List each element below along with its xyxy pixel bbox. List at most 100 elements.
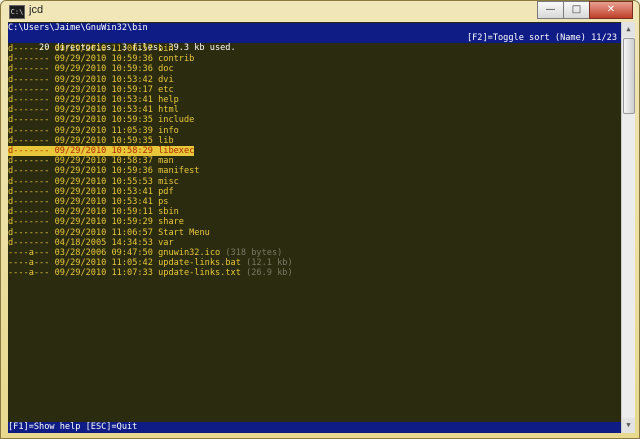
current-path: C:\Users\Jaime\GnuWin32\bin [8,23,621,34]
directory-entry[interactable]: d------- 09/29/2010 10:58:37 man [8,156,621,166]
entry-date: 09/29/2010 10:59:36 [54,166,153,177]
entry-date: 09/29/2010 11:07:33 [54,268,153,279]
help-bar: [F1]=Show help [ESC]=Quit [8,422,621,433]
entry-date: 09/29/2010 10:59:36 [54,54,153,65]
entry-attributes: d------- [8,115,50,126]
entry-name: ps [158,197,169,207]
entry-attributes: d------- [8,146,50,156]
entry-attributes: d------- [8,176,50,187]
entry-date: 09/29/2010 10:59:11 [54,207,153,218]
scroll-up-arrow-icon[interactable]: ▲ [622,22,635,37]
entry-size: (12.1 kb) [246,258,293,269]
entry-name: include [158,115,195,126]
entry-attributes: d------- [8,186,50,197]
directory-entry[interactable]: d------- 09/29/2010 10:53:41 ps [8,197,621,207]
entry-date: 09/29/2010 11:06:57 [54,227,153,238]
scroll-down-arrow-icon[interactable]: ▼ [622,418,635,433]
status-bar: 20 directories, 3 files; 39.3 kb used. [… [8,33,621,53]
entry-attributes: d------- [8,105,50,116]
entry-date: 09/29/2010 11:05:42 [54,258,153,269]
close-button[interactable]: ✕ [589,1,633,19]
entry-date: 09/29/2010 11:06:57 [54,44,153,54]
entry-date: 04/18/2005 14:34:53 [54,237,153,248]
entry-attributes: d------- [8,207,50,218]
entry-attributes: d------- [8,227,50,238]
entry-attributes: d------- [8,197,50,207]
directory-entry[interactable]: d------- 09/29/2010 10:58:29 libexec [8,146,621,156]
entry-name: pdf [158,186,174,197]
entry-name: dvi [158,74,174,85]
file-entry[interactable]: ----a--- 09/29/2010 11:05:42 update-link… [8,258,621,268]
entry-date: 09/29/2010 10:58:29 [54,146,153,156]
entry-name: contrib [158,54,195,65]
window-controls: — □ ✕ [537,1,633,19]
window-title: jcd [29,4,44,16]
console-window: C:\ jcd — □ ✕ C:\Users\Jaime\GnuWin32\bi… [0,0,640,439]
directory-entry[interactable]: d------- 09/29/2010 10:59:29 share [8,217,621,227]
entry-name: manifest [158,166,200,177]
entry-attributes: ----a--- [8,248,50,258]
entry-date: 09/29/2010 10:53:41 [54,105,153,116]
entry-date: 09/29/2010 10:53:41 [54,95,153,105]
entry-date: 09/29/2010 10:59:35 [54,135,153,146]
entry-date: 09/29/2010 10:59:36 [54,64,153,75]
directory-entry[interactable]: d------- 09/29/2010 10:53:41 help [8,95,621,105]
console-area[interactable]: C:\Users\Jaime\GnuWin32\bin 20 directori… [8,22,621,433]
entry-date: 09/29/2010 10:53:41 [54,197,153,207]
file-entry[interactable]: ----a--- 03/28/2006 09:47:50 gnuwin32.ic… [8,248,621,258]
entry-name: help [158,95,179,105]
maximize-button[interactable]: □ [563,1,590,19]
directory-entry[interactable]: d------- 09/29/2010 10:59:35 include [8,115,621,125]
console-app-icon[interactable]: C:\ [9,5,25,19]
entry-size: (26.9 kb) [246,268,293,279]
entry-attributes: d------- [8,54,50,65]
entry-name: share [158,217,184,228]
directory-entry[interactable]: d------- 09/29/2010 10:59:36 contrib [8,54,621,64]
minimize-button[interactable]: — [537,1,564,19]
entry-date: 09/29/2010 10:59:29 [54,217,153,228]
entry-attributes: d------- [8,125,50,136]
entry-name: html [158,105,179,116]
entry-attributes: d------- [8,44,50,54]
entry-name: man [158,156,174,167]
directory-entry[interactable]: d------- 09/29/2010 10:59:35 lib [8,136,621,146]
entry-date: 09/29/2010 10:55:53 [54,176,153,187]
directory-entry[interactable]: d------- 09/29/2010 10:59:36 doc [8,64,621,74]
entry-attributes: d------- [8,95,50,105]
entry-attributes: d------- [8,166,50,177]
entry-attributes: ----a--- [8,268,50,279]
entry-name: sbin [158,207,179,218]
entry-name: info [158,125,179,136]
scrollbar-thumb[interactable] [623,38,635,114]
entry-date: 09/29/2010 10:59:17 [54,84,153,95]
directory-entry[interactable]: d------- 04/18/2005 14:34:53 var [8,238,621,248]
sort-status: [F2]=Toggle sort (Name) 11/23 [466,33,617,43]
file-entry[interactable]: ----a--- 09/29/2010 11:07:33 update-link… [8,268,621,278]
directory-entry[interactable]: d------- 09/29/2010 10:55:53 misc [8,177,621,187]
vertical-scrollbar[interactable]: ▲ ▼ [621,22,635,433]
entry-name: lib [158,135,174,146]
directory-entry[interactable]: d------- 09/29/2010 10:53:41 pdf [8,187,621,197]
entry-date: 09/29/2010 10:58:37 [54,156,153,167]
directory-entry[interactable]: d------- 09/29/2010 11:06:57 bin [8,44,621,54]
entry-name: libexec [158,146,195,156]
entry-name: misc [158,176,179,187]
entry-attributes: d------- [8,74,50,85]
title-bar[interactable]: C:\ jcd — □ ✕ [1,1,639,21]
directory-entry[interactable]: d------- 09/29/2010 11:05:39 info [8,126,621,136]
directory-entry[interactable]: d------- 09/29/2010 10:53:41 html [8,105,621,115]
directory-entry[interactable]: d------- 09/29/2010 10:59:36 manifest [8,166,621,176]
entry-name: gnuwin32.ico [158,248,221,258]
entry-attributes: d------- [8,84,50,95]
directory-entry[interactable]: d------- 09/29/2010 10:59:11 sbin [8,207,621,217]
entry-name: doc [158,64,174,75]
entry-attributes: d------- [8,64,50,75]
entry-name: etc [158,84,174,95]
directory-entry[interactable]: d------- 09/29/2010 11:06:57 Start Menu [8,228,621,238]
entry-attributes: ----a--- [8,258,50,269]
entry-attributes: d------- [8,135,50,146]
directory-entry[interactable]: d------- 09/29/2010 10:59:17 etc [8,85,621,95]
entry-attributes: d------- [8,217,50,228]
entry-name: Start Menu [158,227,210,238]
directory-entry[interactable]: d------- 09/29/2010 10:53:42 dvi [8,75,621,85]
